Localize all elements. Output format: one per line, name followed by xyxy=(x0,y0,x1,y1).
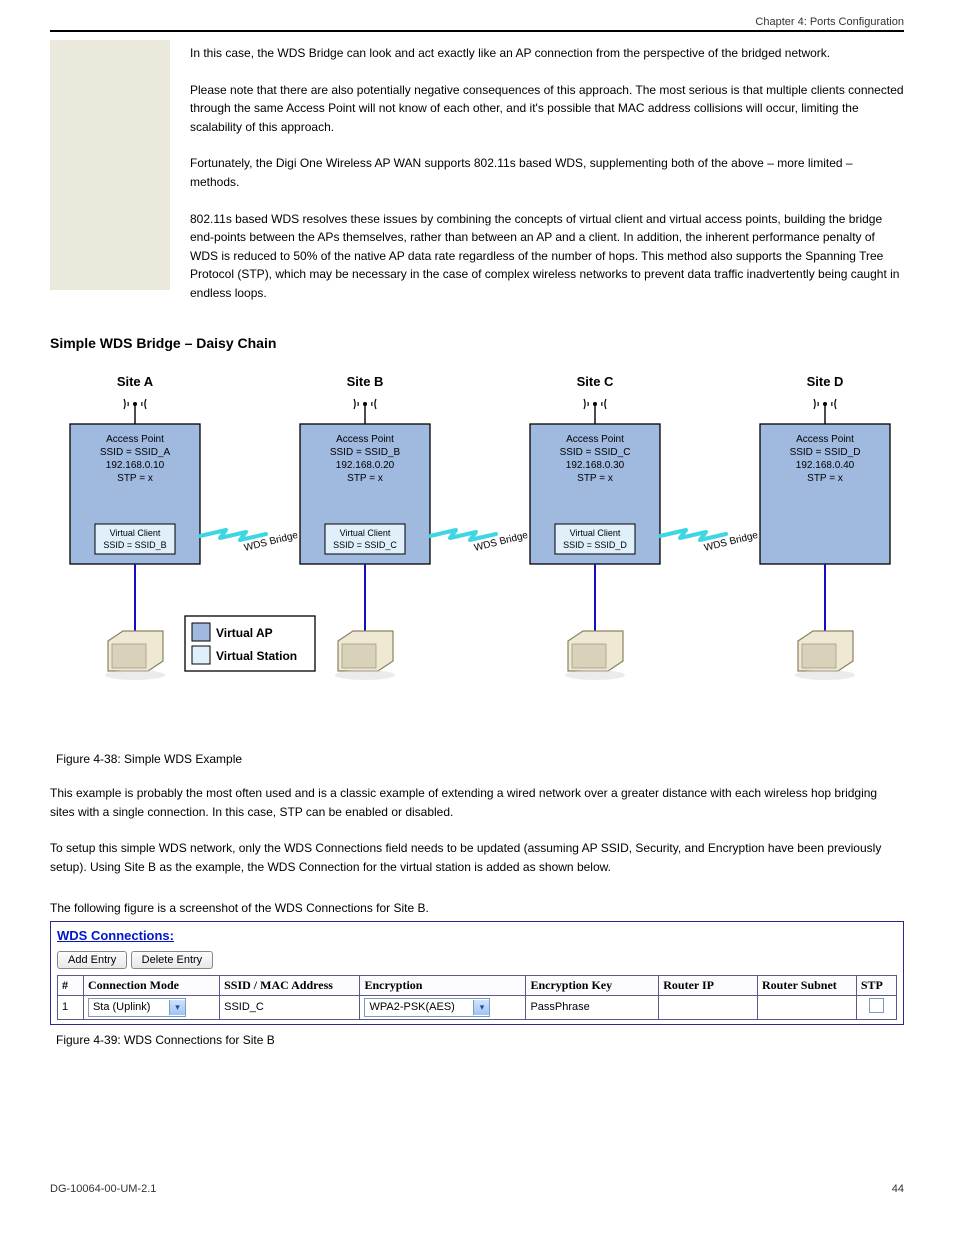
col-stp: STP xyxy=(856,975,896,995)
wds-link-label: WDS Bridge xyxy=(473,530,529,554)
figure-caption: Figure 4-39: WDS Connections for Site B xyxy=(56,1033,904,1047)
svg-text:192.168.0.40: 192.168.0.40 xyxy=(796,460,855,471)
wds-link-icon xyxy=(660,530,726,540)
antenna-icon xyxy=(124,399,146,424)
antenna-icon xyxy=(814,399,836,424)
encryption-value: WPA2-PSK(AES) xyxy=(369,1001,454,1013)
svg-text:Access Point: Access Point xyxy=(796,434,854,445)
col-ssid: SSID / MAC Address xyxy=(220,975,360,995)
add-entry-button[interactable]: Add Entry xyxy=(57,951,127,969)
col-num: # xyxy=(58,975,84,995)
paragraph: 802.11s based WDS resolves these issues … xyxy=(190,210,904,303)
stp-checkbox[interactable] xyxy=(869,998,884,1013)
svg-text:SSID = SSID_D: SSID = SSID_D xyxy=(790,447,861,458)
paragraph: Please note that there are also potentia… xyxy=(190,81,904,137)
svg-text:Virtual Station: Virtual Station xyxy=(216,649,297,663)
cell-key[interactable]: PassPhrase xyxy=(526,995,659,1019)
wds-topology-diagram: Site A Site B Site C Site D Access Point… xyxy=(50,366,904,766)
svg-text:Access Point: Access Point xyxy=(106,434,164,445)
col-encryption-key: Encryption Key xyxy=(526,975,659,995)
wds-link-icon xyxy=(430,530,496,540)
svg-text:STP = x: STP = x xyxy=(117,473,153,484)
header-chapter: Chapter 4: Ports Configuration xyxy=(50,16,904,28)
sidebar-placeholder xyxy=(50,40,170,290)
site-label: Site D xyxy=(807,374,844,389)
svg-text:SSID = SSID_B: SSID = SSID_B xyxy=(330,447,401,458)
antenna-icon xyxy=(584,399,606,424)
screenshot-caption: The following figure is a screenshot of … xyxy=(50,901,904,915)
svg-text:Virtual Client: Virtual Client xyxy=(110,528,161,538)
col-router-subnet: Router Subnet xyxy=(758,975,857,995)
paragraph: This example is probably the most often … xyxy=(50,784,904,821)
paragraph: To setup this simple WDS network, only t… xyxy=(50,839,904,876)
svg-text:Virtual Client: Virtual Client xyxy=(570,528,621,538)
cell-router-subnet[interactable] xyxy=(758,995,857,1019)
col-encryption: Encryption xyxy=(360,975,526,995)
svg-text:Access Point: Access Point xyxy=(566,434,624,445)
section-title: Simple WDS Bridge – Daisy Chain xyxy=(50,333,904,355)
wds-link-label: WDS Bridge xyxy=(703,530,759,554)
legend: Virtual AP Virtual Station xyxy=(185,616,315,671)
delete-entry-button[interactable]: Delete Entry xyxy=(131,951,214,969)
chevron-down-icon: ▾ xyxy=(169,1000,185,1015)
paragraph: In this case, the WDS Bridge can look an… xyxy=(190,44,904,63)
svg-text:STP = x: STP = x xyxy=(807,473,843,484)
svg-text:192.168.0.20: 192.168.0.20 xyxy=(336,460,395,471)
figure-caption: Figure 4-38: Simple WDS Example xyxy=(56,752,904,766)
connection-mode-select[interactable]: Sta (Uplink) ▾ xyxy=(88,998,186,1017)
svg-text:192.168.0.10: 192.168.0.10 xyxy=(106,460,165,471)
antenna-icon xyxy=(354,399,376,424)
pc-icon xyxy=(795,631,855,680)
site-label: Site C xyxy=(577,374,614,389)
col-router-ip: Router IP xyxy=(659,975,758,995)
ap-box-site-a: Access Point SSID = SSID_A 192.168.0.10 … xyxy=(70,424,200,564)
paragraph: Fortunately, the Digi One Wireless AP WA… xyxy=(190,154,904,191)
ap-box-site-d: Access Point SSID = SSID_D 192.168.0.40 … xyxy=(760,424,890,564)
cell-num: 1 xyxy=(58,995,84,1019)
col-mode: Connection Mode xyxy=(83,975,219,995)
cell-ssid[interactable]: SSID_C xyxy=(220,995,360,1019)
ap-box-site-b: Access Point SSID = SSID_B 192.168.0.20 … xyxy=(300,424,430,564)
svg-text:SSID = SSID_C: SSID = SSID_C xyxy=(560,447,631,458)
svg-text:SSID = SSID_C: SSID = SSID_C xyxy=(333,540,397,550)
svg-text:SSID = SSID_A: SSID = SSID_A xyxy=(100,447,171,458)
site-label: Site A xyxy=(117,374,154,389)
footer-page-number: 44 xyxy=(892,1183,904,1195)
cell-router-ip[interactable] xyxy=(659,995,758,1019)
wds-panel-title: WDS Connections: xyxy=(57,928,897,943)
svg-text:Access Point: Access Point xyxy=(336,434,394,445)
svg-text:SSID = SSID_D: SSID = SSID_D xyxy=(563,540,627,550)
pc-icon xyxy=(105,631,165,680)
ap-box-site-c: Access Point SSID = SSID_C 192.168.0.30 … xyxy=(530,424,660,564)
svg-text:192.168.0.30: 192.168.0.30 xyxy=(566,460,625,471)
table-row: 1 Sta (Uplink) ▾ SSID_C WPA2-PSK(AES) ▾ xyxy=(58,995,897,1019)
wds-connections-panel: WDS Connections: Add Entry Delete Entry … xyxy=(50,921,904,1025)
svg-text:STP = x: STP = x xyxy=(347,473,383,484)
svg-text:SSID = SSID_B: SSID = SSID_B xyxy=(103,540,166,550)
site-label: Site B xyxy=(347,374,384,389)
connection-mode-value: Sta (Uplink) xyxy=(93,1001,150,1013)
wds-link-icon xyxy=(200,530,266,540)
svg-text:Virtual Client: Virtual Client xyxy=(340,528,391,538)
chevron-down-icon: ▾ xyxy=(473,1000,489,1015)
wds-connections-table: # Connection Mode SSID / MAC Address Enc… xyxy=(57,975,897,1020)
wds-link-label: WDS Bridge xyxy=(243,530,299,554)
svg-text:Virtual AP: Virtual AP xyxy=(216,626,273,640)
pc-icon xyxy=(565,631,625,680)
footer-doc-id: DG-10064-00-UM-2.1 xyxy=(50,1183,156,1195)
svg-text:STP = x: STP = x xyxy=(577,473,613,484)
header-rule xyxy=(50,30,904,32)
pc-icon xyxy=(335,631,395,680)
encryption-select[interactable]: WPA2-PSK(AES) ▾ xyxy=(364,998,490,1017)
